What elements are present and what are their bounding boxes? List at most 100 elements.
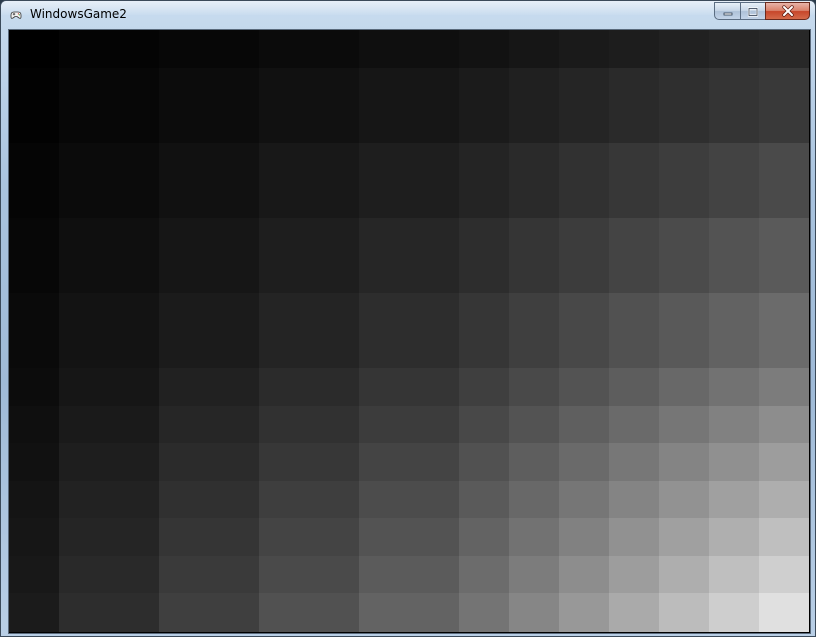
grid-tile [659, 218, 709, 293]
grid-tile [359, 593, 459, 632]
grid-tile [259, 481, 359, 518]
grid-tile [359, 406, 459, 443]
grid-tile [509, 368, 559, 406]
grid-tile [9, 481, 59, 518]
grid-tile [459, 368, 509, 406]
grid-tile [259, 406, 359, 443]
grid-tile [559, 556, 609, 593]
grid-tile [359, 68, 459, 143]
grid-tile [459, 556, 509, 593]
grid-tile [559, 368, 609, 406]
grid-tile [159, 293, 259, 368]
grid-tile [609, 143, 659, 218]
game-viewport[interactable] [8, 29, 811, 634]
grid-tile [659, 443, 709, 481]
grid-tile [59, 593, 159, 632]
grid-tile [359, 368, 459, 406]
grid-tile [709, 68, 759, 143]
grid-tile [159, 68, 259, 143]
grid-tile [509, 443, 559, 481]
grid-tile [759, 556, 809, 593]
grid-tile [659, 556, 709, 593]
grid-tile [759, 593, 809, 632]
grid-tile [509, 68, 559, 143]
grid-tile [359, 556, 459, 593]
grid-tile [609, 593, 659, 632]
grid-tile [59, 143, 159, 218]
grid-tile [9, 368, 59, 406]
grid-tile [59, 68, 159, 143]
grid-tile [509, 481, 559, 518]
grid-tile [559, 593, 609, 632]
grid-tile [59, 518, 159, 556]
grid-tile [259, 30, 359, 68]
grid-tile [709, 593, 759, 632]
grid-tile [509, 293, 559, 368]
grid-tile [259, 368, 359, 406]
grid-tile [59, 443, 159, 481]
grid-tile [609, 481, 659, 518]
grid-tile [709, 443, 759, 481]
grid-tile [759, 518, 809, 556]
grid-tile [159, 556, 259, 593]
grid-tile [459, 30, 509, 68]
grid-tile [9, 293, 59, 368]
grid-tile [709, 30, 759, 68]
minimize-icon [722, 2, 734, 21]
grid-tile [9, 218, 59, 293]
grid-tile [9, 30, 59, 68]
grid-tile [59, 556, 159, 593]
grid-tile [59, 481, 159, 518]
grid-tile [259, 593, 359, 632]
grid-tile [159, 30, 259, 68]
maximize-icon [747, 2, 759, 21]
title-bar[interactable]: WindowsGame2 [1, 1, 815, 28]
grid-tile [159, 218, 259, 293]
grid-tile [609, 556, 659, 593]
grid-tile [459, 406, 509, 443]
grid-tile [9, 406, 59, 443]
grid-tile [459, 68, 509, 143]
grid-tile [59, 293, 159, 368]
grid-tile [9, 443, 59, 481]
grid-tile [9, 556, 59, 593]
grid-tile [709, 293, 759, 368]
grid-tile [9, 143, 59, 218]
grid-tile [559, 143, 609, 218]
close-button[interactable] [765, 2, 810, 20]
grid-tile [509, 593, 559, 632]
maximize-button[interactable] [740, 2, 766, 20]
grid-tile [509, 518, 559, 556]
grid-tile [659, 406, 709, 443]
grid-tile [359, 293, 459, 368]
grid-tile [259, 143, 359, 218]
grid-tile [59, 406, 159, 443]
grid-tile [259, 293, 359, 368]
grid-tile [559, 30, 609, 68]
window-title: WindowsGame2 [30, 7, 127, 21]
grid-tile [509, 556, 559, 593]
grid-tile [759, 68, 809, 143]
grid-tile [459, 481, 509, 518]
grid-tile [659, 68, 709, 143]
grid-tile [609, 30, 659, 68]
game-controller-icon[interactable] [9, 7, 23, 21]
grid-tile [759, 143, 809, 218]
minimize-button[interactable] [714, 2, 741, 20]
grid-tile [9, 518, 59, 556]
grid-tile [609, 218, 659, 293]
grid-tile [259, 443, 359, 481]
grayscale-tile-grid [9, 30, 809, 632]
grid-tile [159, 518, 259, 556]
grid-tile [509, 406, 559, 443]
grid-tile [359, 143, 459, 218]
grid-tile [509, 30, 559, 68]
grid-tile [759, 293, 809, 368]
grid-tile [659, 593, 709, 632]
grid-tile [709, 143, 759, 218]
grid-tile [9, 593, 59, 632]
grid-tile [559, 481, 609, 518]
grid-tile [459, 518, 509, 556]
application-window: WindowsGame2 [0, 0, 816, 637]
grid-tile [709, 368, 759, 406]
